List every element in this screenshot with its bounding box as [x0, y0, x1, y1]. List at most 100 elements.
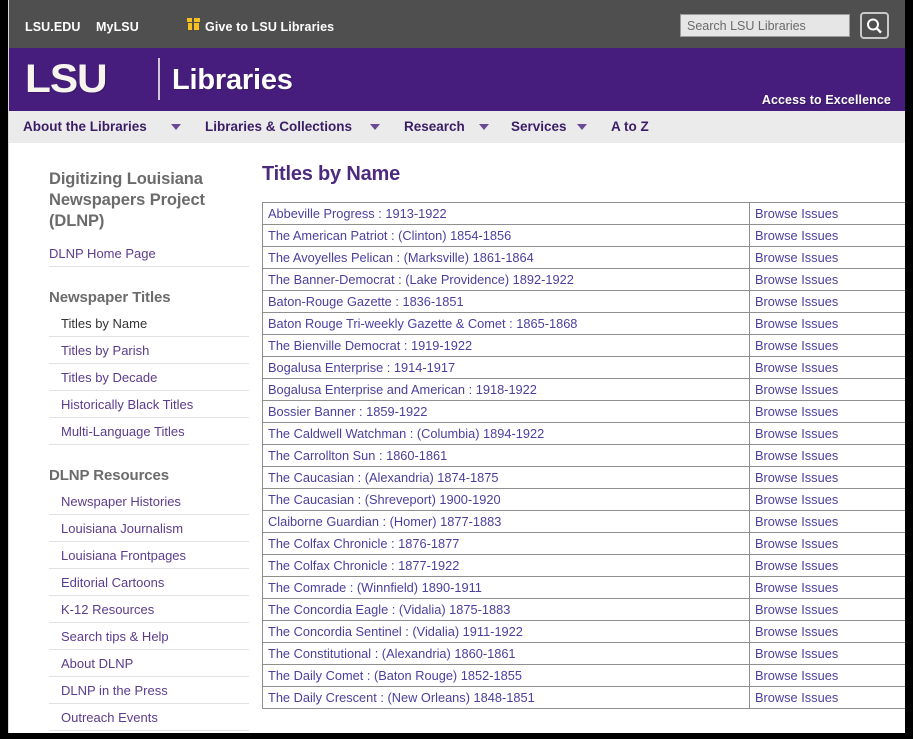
nav-item-services[interactable]: Services — [511, 119, 567, 134]
newspaper-title-link[interactable]: Abbeville Progress : 1913-1922 — [268, 206, 447, 221]
newspaper-title-link[interactable]: Baton-Rouge Gazette : 1836-1851 — [268, 294, 464, 309]
sidebar-item-dlnp-home[interactable]: DLNP Home Page — [49, 240, 249, 267]
browse-issues-link[interactable]: Browse Issues — [755, 272, 838, 287]
lsu-logo[interactable]: LSU — [25, 56, 108, 102]
sidebar-item-label[interactable]: Titles by Decade — [49, 364, 249, 390]
title-cell: The Daily Crescent : (New Orleans) 1848-… — [262, 686, 750, 709]
sidebar-item-label[interactable]: Outreach Events — [49, 704, 249, 730]
browse-issues-link[interactable]: Browse Issues — [755, 228, 838, 243]
sidebar-item-dlnp-in-the-press[interactable]: DLNP in the Press — [49, 677, 249, 704]
browse-issues-link[interactable]: Browse Issues — [755, 536, 838, 551]
sidebar-item-titles-by-decade[interactable]: Titles by Decade — [49, 364, 249, 391]
sidebar-item-label[interactable]: Search tips & Help — [49, 623, 249, 649]
newspaper-title-link[interactable]: The Constitutional : (Alexandria) 1860-1… — [268, 646, 516, 661]
browse-issues-link[interactable]: Browse Issues — [755, 426, 838, 441]
newspaper-title-link[interactable]: The Caldwell Watchman : (Columbia) 1894-… — [268, 426, 544, 441]
browse-issues-link[interactable]: Browse Issues — [755, 316, 838, 331]
sidebar-item-titles-by-name[interactable]: Titles by Name — [49, 310, 249, 337]
sidebar-item-about-dlnp[interactable]: About DLNP — [49, 650, 249, 677]
sidebar-item-label[interactable]: Historically Black Titles — [49, 391, 249, 417]
newspaper-title-link[interactable]: The Colfax Chronicle : 1877-1922 — [268, 558, 459, 573]
browse-issues-link[interactable]: Browse Issues — [755, 338, 838, 353]
browse-issues-link[interactable]: Browse Issues — [755, 448, 838, 463]
newspaper-title-link[interactable]: The Concordia Eagle : (Vidalia) 1875-188… — [268, 602, 510, 617]
nav-item-a-to-z[interactable]: A to Z — [611, 119, 649, 134]
page-body: Digitizing Louisiana Newspapers Project … — [8, 143, 905, 733]
browse-issues-link[interactable]: Browse Issues — [755, 624, 838, 639]
chevron-down-icon[interactable] — [171, 124, 181, 130]
sidebar-item-label[interactable]: About DLNP — [49, 650, 249, 676]
newspaper-title-link[interactable]: The Avoyelles Pelican : (Marksville) 186… — [268, 250, 534, 265]
sidebar-item-newspaper-histories[interactable]: Newspaper Histories — [49, 488, 249, 515]
browse-issues-link[interactable]: Browse Issues — [755, 668, 838, 683]
newspaper-title-link[interactable]: The Concordia Sentinel : (Vidalia) 1911-… — [268, 624, 523, 639]
newspaper-title-link[interactable]: The American Patriot : (Clinton) 1854-18… — [268, 228, 511, 243]
browse-issues-link[interactable]: Browse Issues — [755, 250, 838, 265]
sidebar-item-editorial-cartoons[interactable]: Editorial Cartoons — [49, 569, 249, 596]
table-row: The Colfax Chronicle : 1877-1922 Browse I… — [262, 554, 905, 577]
libraries-wordmark[interactable]: Libraries — [172, 60, 293, 100]
sidebar-item-label[interactable]: DLNP in the Press — [49, 677, 249, 703]
newspaper-title-link[interactable]: The Daily Crescent : (New Orleans) 1848-… — [268, 690, 535, 705]
newspaper-title-link[interactable]: Bogalusa Enterprise : 1914-1917 — [268, 360, 455, 375]
nav-item-about-the-libraries[interactable]: About the Libraries — [23, 119, 147, 134]
browse-issues-link[interactable]: Browse Issues — [755, 360, 838, 375]
sidebar-item-label[interactable]: Titles by Name — [49, 310, 249, 336]
newspaper-title-link[interactable]: The Bienville Democrat : 1919-1922 — [268, 338, 472, 353]
chevron-down-icon[interactable] — [370, 124, 380, 130]
newspaper-title-link[interactable]: The Caucasian : (Shreveport) 1900-1920 — [268, 492, 501, 507]
sidebar-item-label[interactable]: DLNP Home Page — [49, 240, 249, 266]
table-row: The Constitutional : (Alexandria) 1860-1… — [262, 642, 905, 665]
newspaper-title-link[interactable]: The Daily Comet : (Baton Rouge) 1852-185… — [268, 668, 522, 683]
browse-issues-link[interactable]: Browse Issues — [755, 558, 838, 573]
mylsu-link[interactable]: MyLSU — [96, 20, 139, 34]
browse-issues-link[interactable]: Browse Issues — [755, 646, 838, 661]
sidebar-item-search-tips-and-help[interactable]: Search tips & Help — [49, 623, 249, 650]
sidebar-item-louisiana-frontpages[interactable]: Louisiana Frontpages — [49, 542, 249, 569]
newspaper-title-link[interactable]: The Carrollton Sun : 1860-1861 — [268, 448, 447, 463]
table-row: The Banner-Democrat : (Lake Providence) … — [262, 268, 905, 291]
nav-item-libraries-and-collections[interactable]: Libraries & Collections — [205, 119, 352, 134]
sidebar-item-label[interactable]: Louisiana Journalism — [49, 515, 249, 541]
sidebar-item-multi-language-titles[interactable]: Multi-Language Titles — [49, 418, 249, 445]
browse-issues-link[interactable]: Browse Issues — [755, 294, 838, 309]
sidebar-item-label[interactable]: Multi-Language Titles — [49, 418, 249, 444]
newspaper-title-link[interactable]: The Banner-Democrat : (Lake Providence) … — [268, 272, 574, 287]
newspaper-title-link[interactable]: The Caucasian : (Alexandria) 1874-1875 — [268, 470, 498, 485]
sidebar-item-label[interactable]: Titles by Parish — [49, 337, 249, 363]
sidebar-item-label[interactable]: Editorial Cartoons — [49, 569, 249, 595]
newspaper-title-link[interactable]: The Colfax Chronicle : 1876-1877 — [268, 536, 459, 551]
sidebar-item-label[interactable]: Newspaper Histories — [49, 488, 249, 514]
give-to-lsu-libraries-link[interactable]: Give to LSU Libraries — [205, 20, 334, 34]
sidebar-item-k12-resources[interactable]: K-12 Resources — [49, 596, 249, 623]
browse-issues-link[interactable]: Browse Issues — [755, 514, 838, 529]
newspaper-title-link[interactable]: Bogalusa Enterprise and American : 1918-… — [268, 382, 537, 397]
newspaper-title-link[interactable]: Bossier Banner : 1859-1922 — [268, 404, 427, 419]
browse-issues-link[interactable]: Browse Issues — [755, 690, 838, 705]
sidebar-item-titles-by-parish[interactable]: Titles by Parish — [49, 337, 249, 364]
chevron-down-icon[interactable] — [479, 124, 489, 130]
table-row: Bogalusa Enterprise : 1914-1917 Browse Is… — [262, 356, 905, 379]
lsu-edu-link[interactable]: LSU.EDU — [25, 20, 81, 34]
browse-issues-link[interactable]: Browse Issues — [755, 492, 838, 507]
sidebar-item-historically-black-titles[interactable]: Historically Black Titles — [49, 391, 249, 418]
sidebar-item-louisiana-journalism[interactable]: Louisiana Journalism — [49, 515, 249, 542]
newspaper-title-link[interactable]: Claiborne Guardian : (Homer) 1877-1883 — [268, 514, 501, 529]
search-button[interactable] — [860, 12, 889, 39]
sidebar-item-outreach-events[interactable]: Outreach Events — [49, 704, 249, 731]
search-input[interactable] — [680, 14, 850, 37]
newspaper-title-link[interactable]: Baton Rouge Tri-weekly Gazette & Comet :… — [268, 316, 577, 331]
browse-issues-link[interactable]: Browse Issues — [755, 470, 838, 485]
browse-issues-link[interactable]: Browse Issues — [755, 602, 838, 617]
newspaper-title-link[interactable]: The Comrade : (Winnfield) 1890-1911 — [268, 580, 482, 595]
browse-issues-link[interactable]: Browse Issues — [755, 206, 838, 221]
browse-issues-link[interactable]: Browse Issues — [755, 580, 838, 595]
browse-issues-link[interactable]: Browse Issues — [755, 382, 838, 397]
browse-issues-link[interactable]: Browse Issues — [755, 404, 838, 419]
nav-item-research[interactable]: Research — [404, 119, 465, 134]
chevron-down-icon[interactable] — [577, 124, 587, 130]
main-navigation: About the Libraries Libraries & Collecti… — [8, 111, 905, 143]
sidebar-item-label[interactable]: Louisiana Frontpages — [49, 542, 249, 568]
table-row: Bossier Banner : 1859-1922 Browse Issues — [262, 400, 905, 423]
sidebar-item-label[interactable]: K-12 Resources — [49, 596, 249, 622]
